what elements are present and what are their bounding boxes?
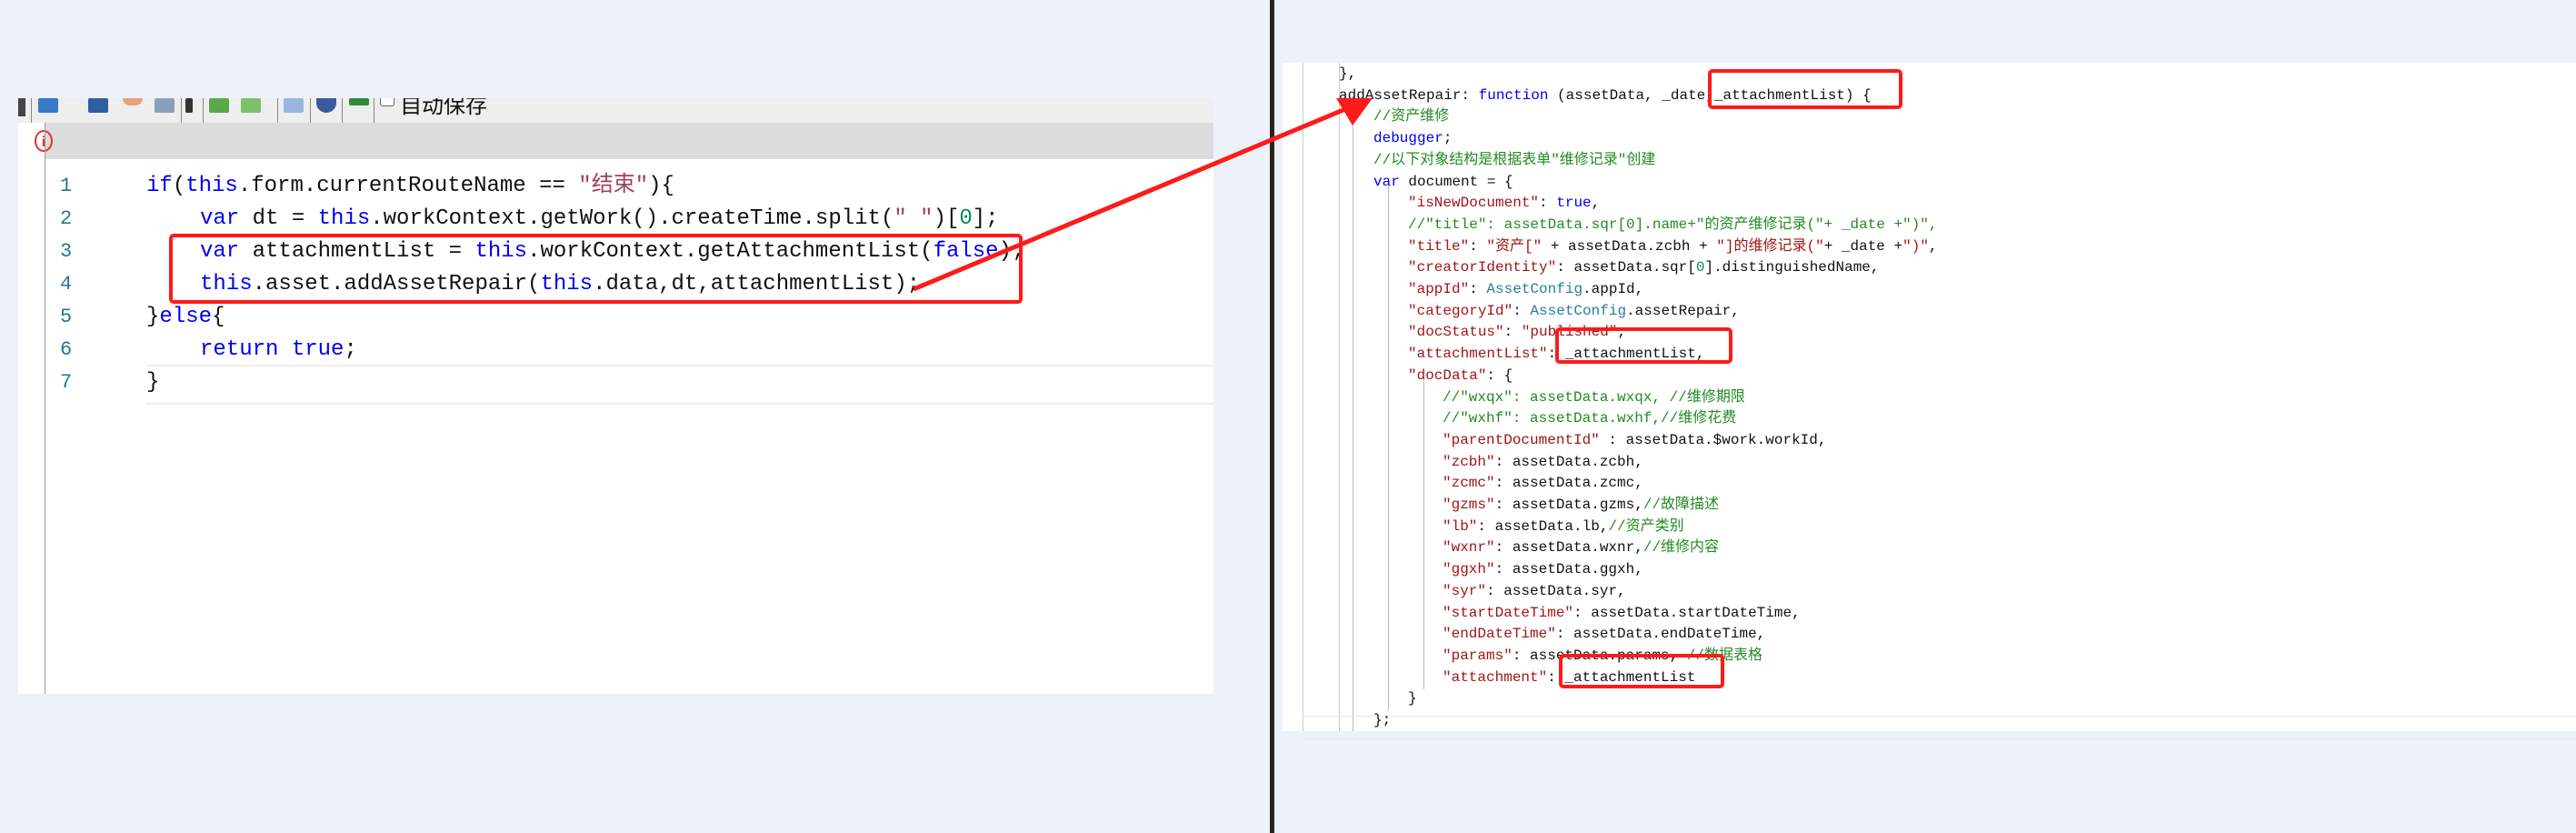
arrow-shaft — [913, 106, 1346, 292]
annotation-arrow — [913, 98, 1373, 292]
